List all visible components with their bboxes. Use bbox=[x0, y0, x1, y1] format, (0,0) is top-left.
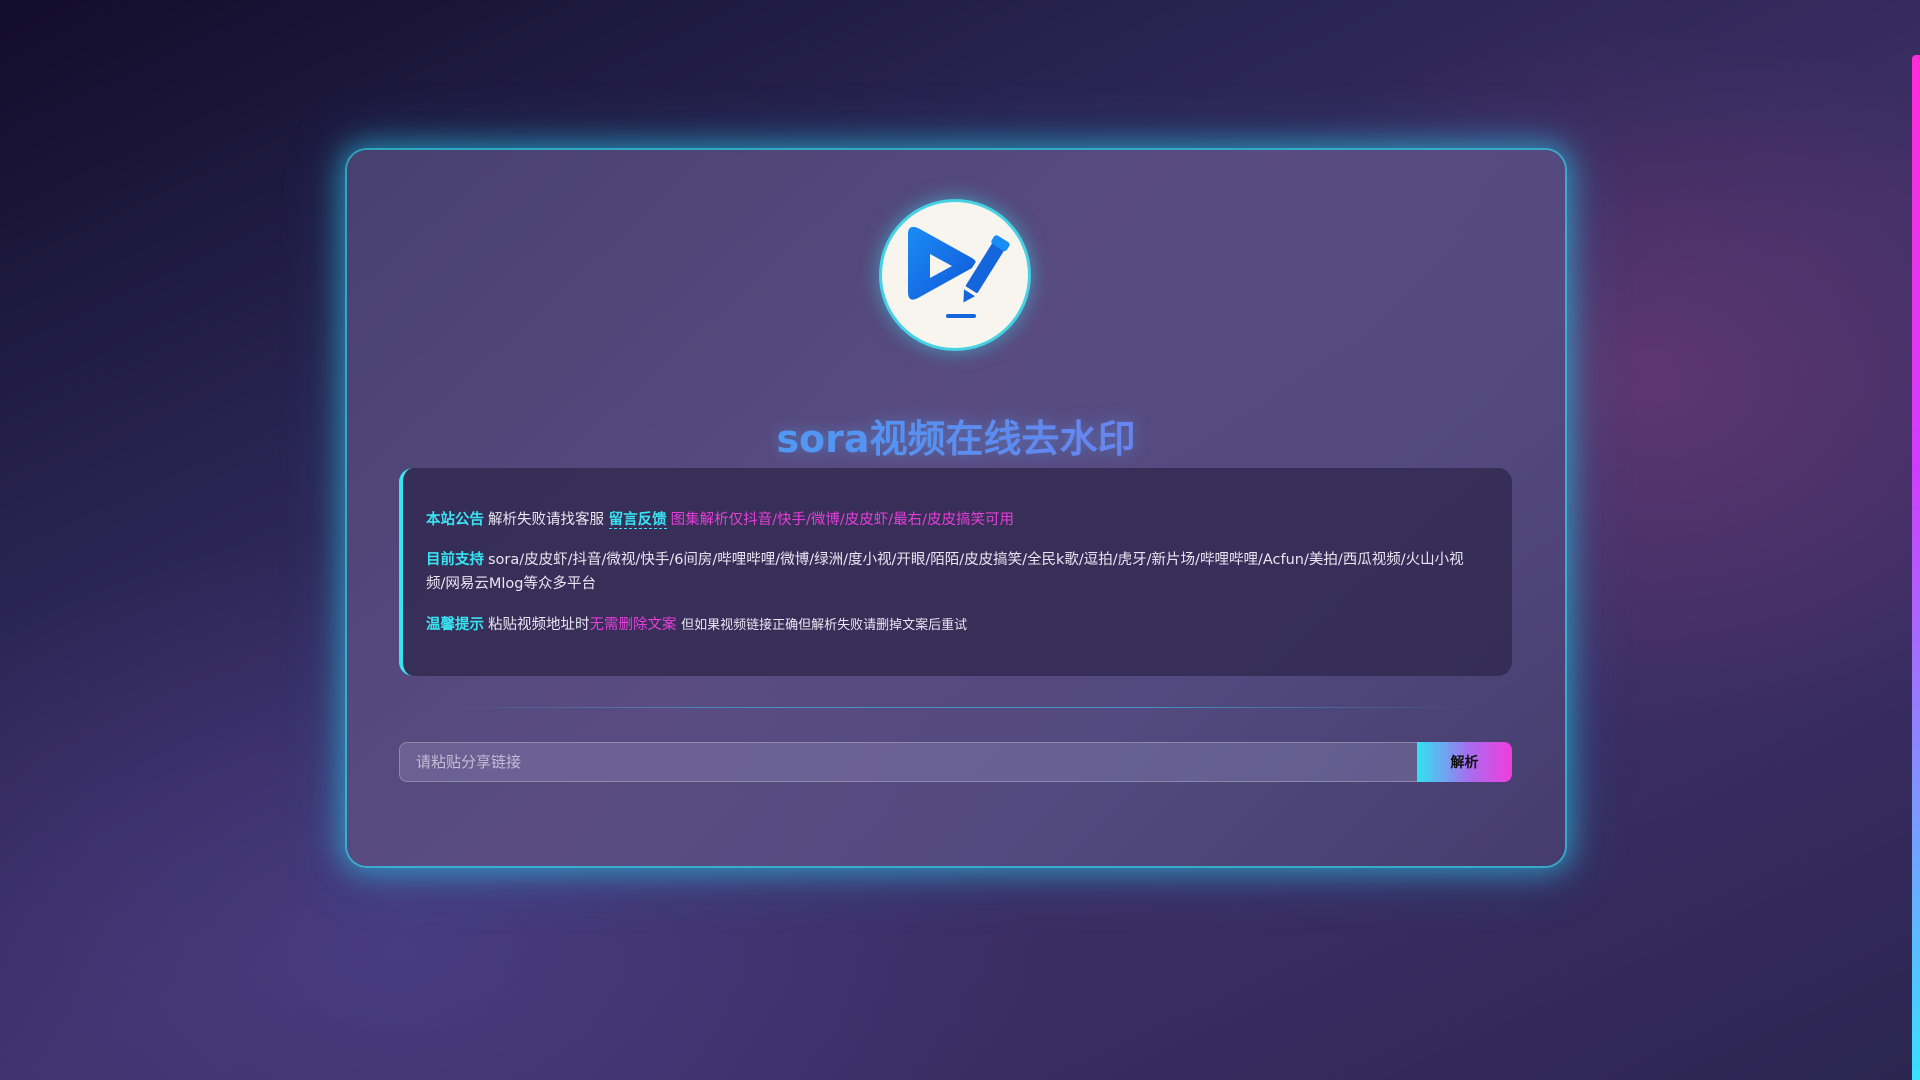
announcement-text: 解析失败请找客服 bbox=[488, 512, 604, 528]
announcement-label: 本站公告 bbox=[426, 512, 484, 528]
support-text: sora/皮皮虾/抖音/微视/快手/6间房/哔哩哔哩/微博/绿洲/度小视/开眼/… bbox=[426, 552, 1464, 592]
tip-text: 粘贴视频地址时 bbox=[488, 617, 590, 633]
tip-label: 温馨提示 bbox=[426, 617, 484, 633]
page-title: sora视频在线去水印 bbox=[347, 408, 1565, 463]
notice-panel: 本站公告 解析失败请找客服 留言反馈 图集解析仅抖音/快手/微博/皮皮虾/最右/皮皮… bbox=[399, 468, 1512, 676]
support-line: 目前支持 sora/皮皮虾/抖音/微视/快手/6间房/哔哩哔哩/微博/绿洲/度小视… bbox=[426, 548, 1482, 596]
feedback-link[interactable]: 留言反馈 bbox=[608, 512, 667, 529]
section-divider bbox=[437, 707, 1477, 708]
url-input[interactable] bbox=[399, 742, 1417, 782]
support-label: 目前支持 bbox=[426, 552, 484, 568]
url-form: 解析 bbox=[399, 742, 1512, 782]
announcement-line: 本站公告 解析失败请找客服 留言反馈 图集解析仅抖音/快手/微博/皮皮虾/最右/皮皮… bbox=[426, 508, 1482, 532]
main-card: sora视频在线去水印 本站公告 解析失败请找客服 留言反馈 图集解析仅抖音/快手/… bbox=[347, 150, 1565, 866]
video-edit-icon bbox=[908, 226, 1010, 318]
parse-button[interactable]: 解析 bbox=[1417, 742, 1512, 782]
page-scrollbar[interactable] bbox=[1912, 0, 1920, 1080]
tip-highlight: 无需删除文案 bbox=[589, 617, 677, 633]
scrollbar-thumb[interactable] bbox=[1912, 55, 1920, 1080]
tip-line: 温馨提示 粘贴视频地址时无需删除文案 但如果视频链接正确但解析失败请删掉文案后重试 bbox=[426, 613, 1482, 638]
site-logo bbox=[882, 202, 1028, 348]
tip-suffix: 但如果视频链接正确但解析失败请删掉文案后重试 bbox=[681, 618, 968, 633]
announcement-highlight: 图集解析仅抖音/快手/微博/皮皮虾/最右/皮皮搞笑可用 bbox=[670, 512, 1015, 528]
